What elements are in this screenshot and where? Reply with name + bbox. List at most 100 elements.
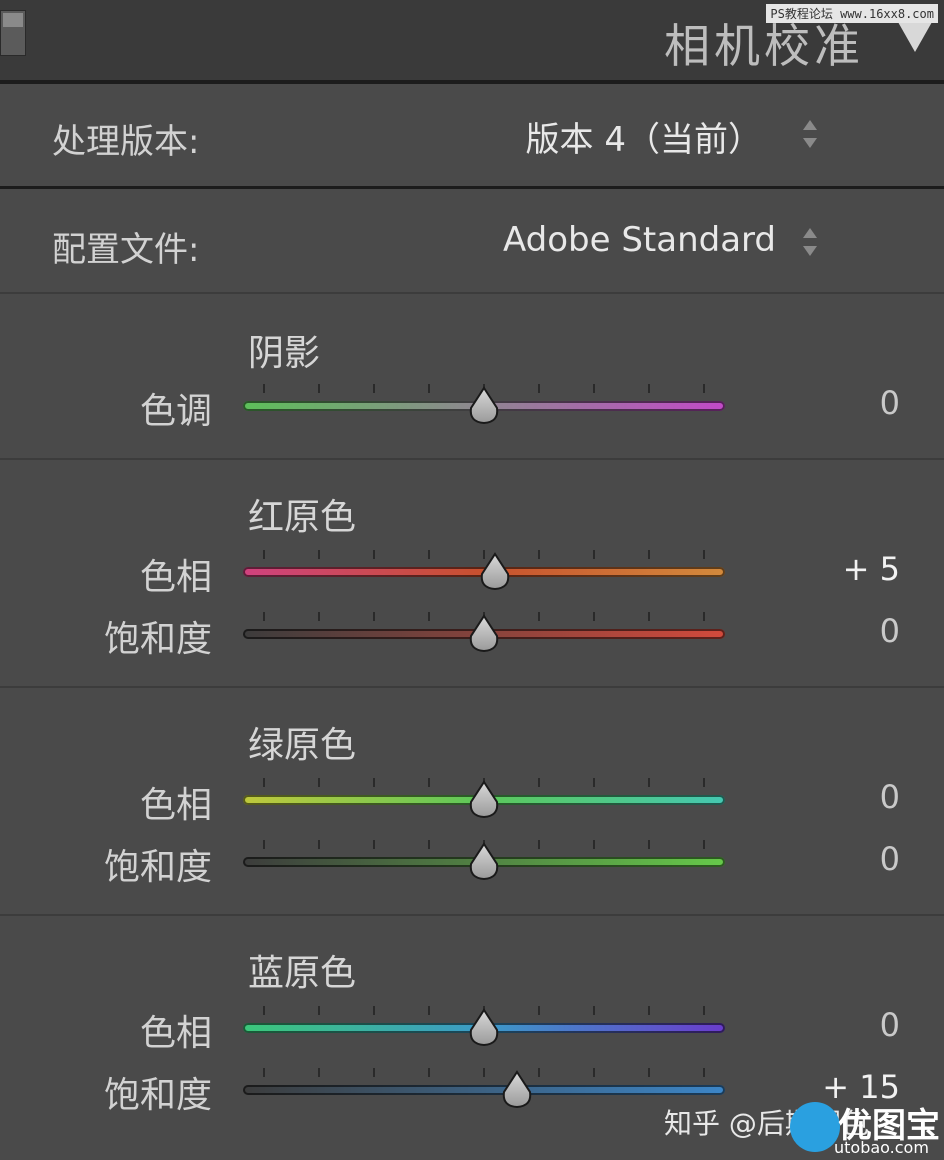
panel-switch[interactable]	[0, 10, 26, 56]
slider-label: 饱和度	[103, 619, 212, 660]
slider-track[interactable]	[243, 1085, 725, 1095]
logo-url: utobao.com	[834, 1138, 929, 1157]
slider-tick	[593, 778, 595, 787]
panel-header[interactable]: 相机校准 PS教程论坛 www.16xx8.com	[0, 0, 944, 80]
slider-tick	[538, 840, 540, 849]
section-title: 绿原色	[248, 725, 357, 766]
slider-tick	[263, 778, 265, 787]
slider-tick	[428, 1006, 430, 1015]
slider-tick	[373, 778, 375, 787]
slider-tick	[318, 550, 320, 559]
slider-value[interactable]: 0	[880, 840, 900, 878]
divider	[0, 80, 944, 84]
slider-tick	[648, 778, 650, 787]
slider-tick	[428, 384, 430, 393]
section-title: 红原色	[248, 497, 357, 538]
slider-tick	[318, 778, 320, 787]
slider-tick	[428, 778, 430, 787]
slider-value[interactable]: 0	[880, 778, 900, 816]
slider-tick	[263, 384, 265, 393]
process-version-select[interactable]: 版本 4（当前）	[470, 112, 762, 161]
slider-tick	[263, 840, 265, 849]
slider-tick	[428, 840, 430, 849]
updown-arrows-icon[interactable]	[803, 120, 817, 148]
divider	[0, 458, 944, 460]
slider-thumb[interactable]	[466, 1008, 502, 1048]
slider-tick	[648, 840, 650, 849]
slider-tick	[593, 1006, 595, 1015]
slider-tick	[263, 1006, 265, 1015]
profile-label: 配置文件:	[52, 230, 200, 270]
slider-tick	[703, 612, 705, 621]
slider-tick	[483, 1068, 485, 1077]
profile-select[interactable]: Adobe Standard	[440, 220, 776, 260]
slider-tick	[703, 1006, 705, 1015]
slider-tick	[428, 612, 430, 621]
slider-thumb[interactable]	[466, 614, 502, 654]
slider-tick	[373, 550, 375, 559]
bird-logo-icon	[790, 1102, 840, 1152]
slider-thumb[interactable]	[466, 842, 502, 882]
collapse-triangle-icon[interactable]	[898, 22, 932, 52]
process-version-label: 处理版本:	[52, 122, 200, 162]
slider-tick	[538, 1006, 540, 1015]
slider-tick	[538, 612, 540, 621]
section-title: 阴影	[248, 333, 321, 374]
slider-label: 色相	[139, 785, 212, 826]
slider-tick	[263, 550, 265, 559]
slider-tick	[428, 550, 430, 559]
slider-label: 色相	[139, 1013, 212, 1054]
slider-tick	[593, 550, 595, 559]
slider-label: 色调	[139, 391, 212, 432]
slider-thumb[interactable]	[466, 780, 502, 820]
slider-tick	[648, 1068, 650, 1077]
divider	[0, 686, 944, 688]
slider-tick	[538, 778, 540, 787]
slider-tick	[373, 840, 375, 849]
divider	[0, 914, 944, 916]
slider-thumb[interactable]	[499, 1070, 535, 1110]
utobao-logo: 优图宝 utobao.com	[790, 1098, 940, 1160]
slider-value[interactable]: 0	[880, 384, 900, 422]
slider-tick	[593, 384, 595, 393]
slider-tick	[428, 1068, 430, 1077]
slider-value[interactable]: 0	[880, 1006, 900, 1044]
slider-thumb[interactable]	[466, 386, 502, 426]
slider-tick	[318, 840, 320, 849]
slider-tick	[263, 612, 265, 621]
slider-tick	[373, 384, 375, 393]
slider-tick	[318, 1006, 320, 1015]
slider-tick	[703, 550, 705, 559]
slider-tick	[703, 778, 705, 787]
slider-tick	[593, 1068, 595, 1077]
slider-tick	[373, 1068, 375, 1077]
slider-label: 色相	[139, 557, 212, 598]
slider-tick	[703, 1068, 705, 1077]
slider-tick	[538, 550, 540, 559]
slider-tick	[593, 612, 595, 621]
slider-ticks	[263, 1068, 705, 1078]
slider-tick	[593, 840, 595, 849]
slider-tick	[263, 1068, 265, 1077]
slider-tick	[648, 384, 650, 393]
slider-tick	[703, 840, 705, 849]
slider-tick	[318, 612, 320, 621]
updown-arrows-icon[interactable]	[803, 228, 817, 256]
slider-tick	[373, 612, 375, 621]
slider-tick	[538, 1068, 540, 1077]
slider-tick	[703, 384, 705, 393]
slider-tick	[373, 1006, 375, 1015]
slider-tick	[538, 384, 540, 393]
slider-thumb[interactable]	[477, 552, 513, 592]
slider-tick	[318, 384, 320, 393]
slider-tick	[648, 550, 650, 559]
section-title: 蓝原色	[248, 953, 357, 994]
slider-tick	[318, 1068, 320, 1077]
slider-tick	[648, 612, 650, 621]
slider-label: 饱和度	[103, 847, 212, 888]
slider-label: 饱和度	[103, 1075, 212, 1116]
slider-tick	[648, 1006, 650, 1015]
divider	[0, 292, 944, 294]
slider-value[interactable]: + 5	[843, 550, 900, 588]
slider-value[interactable]: 0	[880, 612, 900, 650]
